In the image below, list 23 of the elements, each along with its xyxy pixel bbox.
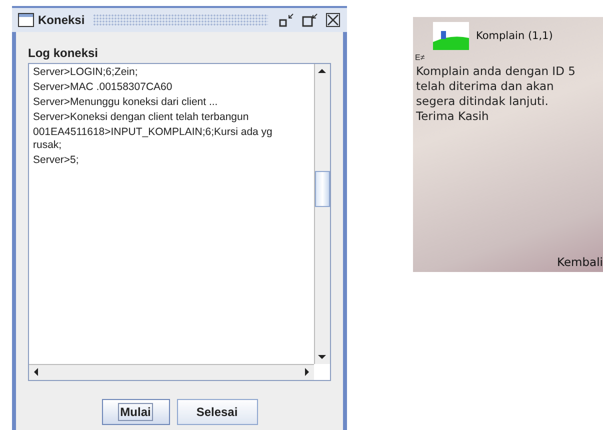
action-button[interactable]: Selesai (176, 399, 258, 425)
app-logo-icon (433, 22, 469, 50)
window-title: Koneksi (38, 13, 85, 27)
log-line: Server>5; (33, 154, 80, 167)
action-button[interactable]: Mulai (102, 399, 170, 425)
scroll-thumb[interactable] (315, 171, 330, 207)
message-text: Komplain anda dengan ID 5 telah diterima dan akan segera ditindak lanjuti. Terima Kasih (416, 64, 576, 124)
minimize-icon[interactable] (279, 13, 295, 27)
log-line: Server>Koneksi dengan client telah terbangun (33, 111, 250, 124)
log-line: 001EA4511618>INPUT_KOMPLAIN;6;Kursi ada yg rusak; (33, 126, 274, 152)
window-icon (18, 13, 34, 27)
horizontal-scrollbar[interactable] (29, 364, 314, 380)
maximize-icon[interactable] (302, 13, 318, 27)
back-softkey[interactable]: Kembali (557, 255, 603, 269)
log-label: Log koneksi (28, 46, 100, 60)
log-line: Server>Menunggu koneksi dari client ... (33, 96, 219, 109)
log-line: Server>MAC .00158307CA60 (33, 81, 174, 94)
screen-title: Komplain (1,1) (476, 30, 553, 42)
log-line: Server>LOGIN;6;Zein; (33, 66, 139, 79)
network-indicator: E≠ (415, 53, 425, 62)
log-text-area[interactable]: Server>LOGIN;6;Zein; Server>MAC .00158307CA60 Server>Menunggu koneksi dari client ... Server>Koneksi dengan client telah terbangun 001EA4511618>INPUT_KOMPLAIN;6;Kursi ada yg rusak; Server>5; (28, 63, 331, 381)
close-icon[interactable] (325, 13, 341, 27)
vertical-scrollbar[interactable] (314, 64, 330, 364)
